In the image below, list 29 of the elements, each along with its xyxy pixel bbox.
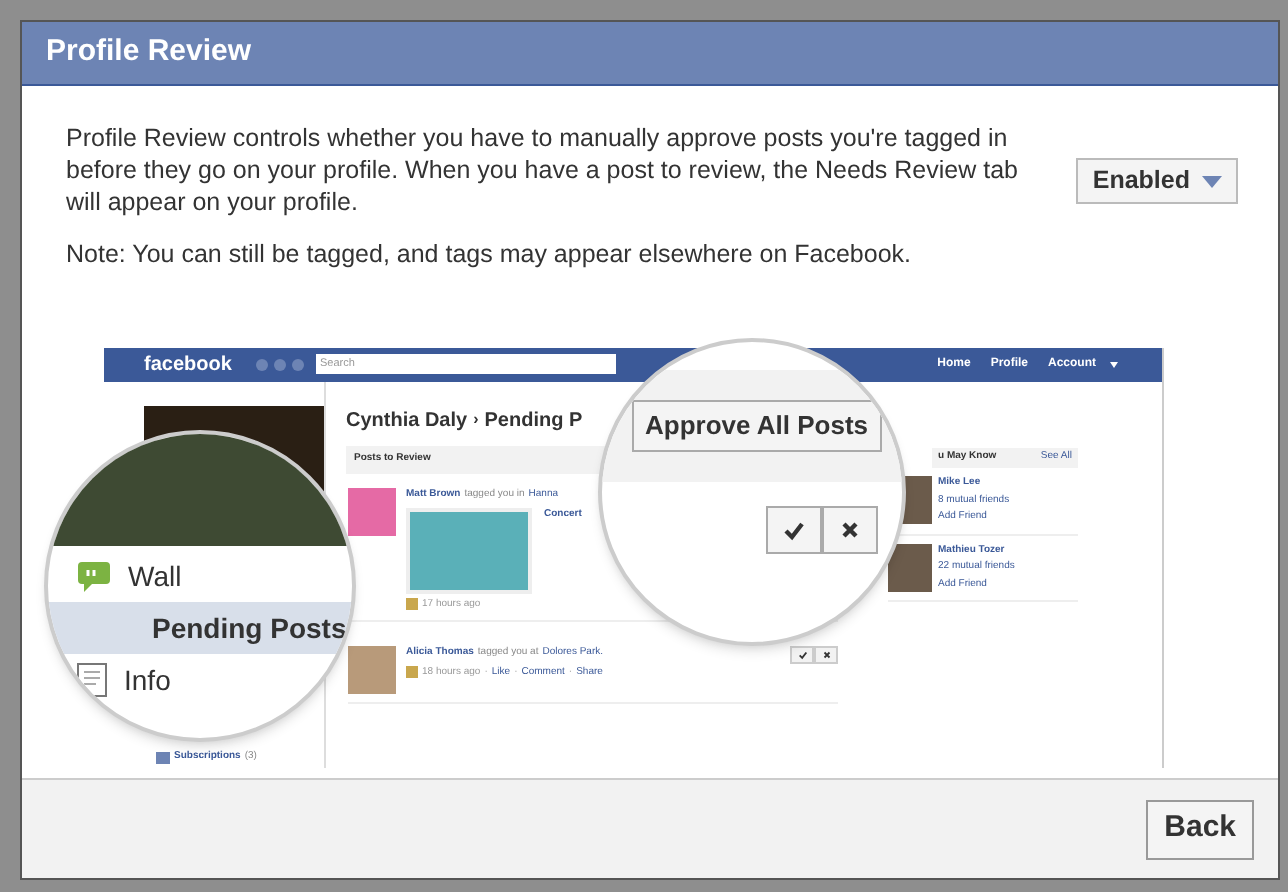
close-icon <box>821 650 831 660</box>
dialog-title: Profile Review <box>46 32 252 73</box>
photo-placeholder <box>406 507 532 593</box>
check-icon <box>782 518 806 542</box>
avatar-placeholder <box>348 646 396 694</box>
approve-button[interactable] <box>790 646 814 664</box>
note-text: Note: You can still be tagged, and tags may appear elsewhere on Facebook. <box>64 238 914 272</box>
reject-button[interactable] <box>814 646 838 664</box>
sidebar-item[interactable]: Pending Posts <box>48 602 352 654</box>
reject-button[interactable] <box>822 506 878 554</box>
approve-all-button[interactable]: Approve All Posts <box>631 400 882 452</box>
profile-name[interactable]: Cynthia Daly <box>346 405 468 436</box>
breadcrumb-separator: › <box>473 408 479 433</box>
back-button[interactable]: Back <box>1146 799 1254 859</box>
description-text: Profile Review controls whether you have to manually approve posts you're tagged in before they go on your profile. When you have a post to review, the Needs Review tab will appear on your profile. <box>66 122 1020 218</box>
enabled-dropdown[interactable]: Enabled <box>1076 158 1238 204</box>
logo-text: facebook <box>144 351 234 380</box>
sidebar-item[interactable]: Info <box>48 654 352 706</box>
close-icon <box>838 518 862 542</box>
speech-bubble-icon <box>76 558 112 594</box>
avatar-placeholder <box>888 543 932 591</box>
page-title: Pending P <box>484 407 583 436</box>
sidebar-item[interactable]: Wall <box>48 550 352 602</box>
caret-icon <box>1110 361 1118 368</box>
approve-button[interactable] <box>766 506 822 554</box>
check-icon <box>797 650 807 660</box>
caret-icon <box>1202 175 1222 187</box>
avatar-placeholder <box>348 488 396 536</box>
document-icon <box>76 662 108 698</box>
